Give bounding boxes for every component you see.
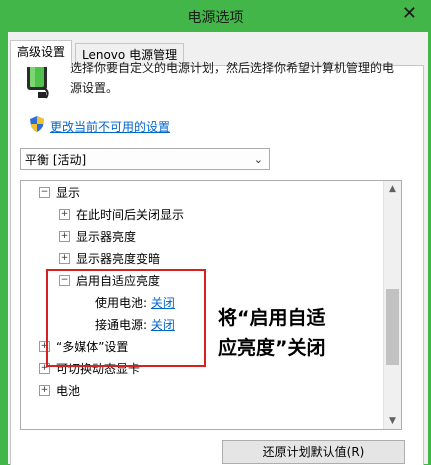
power-plan-select[interactable]: 平衡 [活动] ⌄ — [20, 148, 270, 170]
title-bar: 电源选项 ✕ — [0, 0, 431, 32]
annotation-text: 将“启用自适 应亮度”关闭 — [218, 303, 326, 363]
scrollbar-thumb[interactable] — [386, 289, 399, 365]
tree-item-label: 显示 — [56, 186, 81, 200]
tree-item-brightness[interactable]: + 显示器亮度 — [59, 227, 136, 247]
close-icon[interactable]: ✕ — [402, 4, 417, 24]
expand-icon[interactable]: + — [59, 253, 70, 264]
power-plan-value: 平衡 [活动] — [25, 153, 87, 167]
scroll-down-arrow-icon[interactable]: ▼ — [384, 413, 401, 429]
tree-item-label: 电池 — [56, 384, 81, 398]
collapse-icon[interactable]: − — [39, 187, 50, 198]
tree-item-display[interactable]: − 显示 — [39, 183, 80, 203]
expand-icon[interactable]: + — [39, 385, 50, 396]
window-title: 电源选项 — [187, 10, 244, 26]
tab-advanced-settings[interactable]: 高级设置 — [10, 40, 73, 67]
uac-shield-icon — [30, 116, 44, 132]
tree-item-turn-off-display[interactable]: + 在此时间后关闭显示 — [59, 205, 184, 225]
expand-icon[interactable]: + — [59, 231, 70, 242]
expand-icon[interactable]: + — [59, 209, 70, 220]
annotation-highlight-box — [46, 269, 206, 367]
tree-item-dimmed-brightness[interactable]: + 显示器亮度变暗 — [59, 249, 160, 269]
scroll-up-arrow-icon[interactable]: ▲ — [384, 181, 401, 197]
tree-scrollbar[interactable]: ▲ ▼ — [383, 181, 401, 429]
annotation-line-1: 将“启用自适 — [218, 307, 326, 329]
tree-item-label: 在此时间后关闭显示 — [76, 208, 185, 222]
intro-text: 选择你要自定义的电源计划，然后选择你希望计算机管理的电源设置。 — [70, 61, 395, 95]
change-unavailable-settings-link[interactable]: 更改当前不可用的设置 — [50, 118, 170, 135]
tree-item-battery[interactable]: + 电池 — [39, 381, 80, 401]
annotation-line-2: 应亮度”关闭 — [218, 337, 326, 359]
chevron-down-icon: ⌄ — [253, 153, 263, 166]
restore-defaults-button[interactable]: 还原计划默认值(R) — [222, 440, 405, 464]
tree-item-label: 显示器亮度变暗 — [76, 252, 161, 266]
tree-item-label: 显示器亮度 — [76, 230, 137, 244]
